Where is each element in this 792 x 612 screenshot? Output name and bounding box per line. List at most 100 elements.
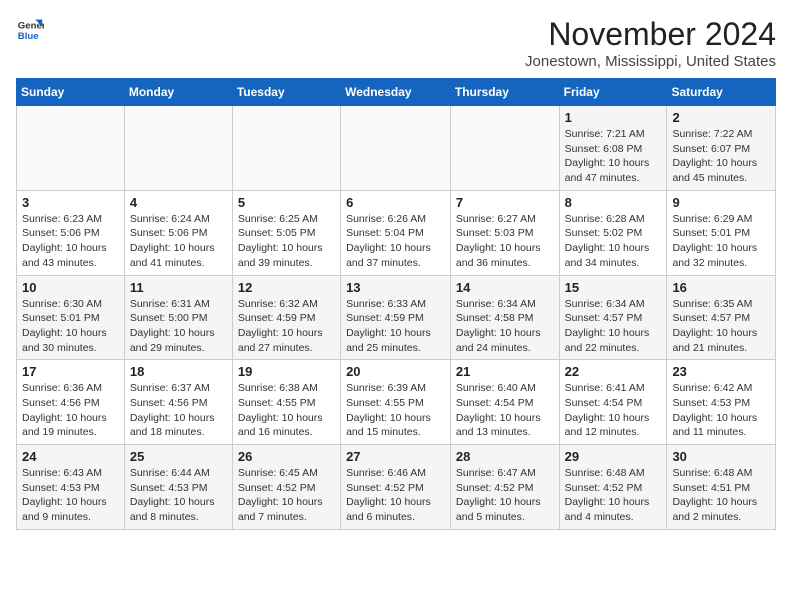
day-number: 27 bbox=[346, 449, 445, 464]
day-number: 12 bbox=[238, 280, 335, 295]
month-title: November 2024 bbox=[525, 16, 776, 53]
day-number: 11 bbox=[130, 280, 227, 295]
day-number: 9 bbox=[672, 195, 770, 210]
page-header: General Blue November 2024 Jonestown, Mi… bbox=[16, 16, 776, 70]
day-number: 3 bbox=[22, 195, 119, 210]
day-info: Sunrise: 6:34 AM Sunset: 4:57 PM Dayligh… bbox=[565, 297, 662, 356]
calendar-cell: 7Sunrise: 6:27 AM Sunset: 5:03 PM Daylig… bbox=[450, 190, 559, 275]
day-number: 21 bbox=[456, 364, 554, 379]
day-info: Sunrise: 6:48 AM Sunset: 4:52 PM Dayligh… bbox=[565, 466, 662, 525]
calendar-cell: 14Sunrise: 6:34 AM Sunset: 4:58 PM Dayli… bbox=[450, 275, 559, 360]
calendar-table: SundayMondayTuesdayWednesdayThursdayFrid… bbox=[16, 78, 776, 530]
day-info: Sunrise: 6:36 AM Sunset: 4:56 PM Dayligh… bbox=[22, 381, 119, 440]
day-info: Sunrise: 6:34 AM Sunset: 4:58 PM Dayligh… bbox=[456, 297, 554, 356]
calendar-cell: 9Sunrise: 6:29 AM Sunset: 5:01 PM Daylig… bbox=[667, 190, 776, 275]
weekday-header-thursday: Thursday bbox=[450, 79, 559, 106]
calendar-week-row: 17Sunrise: 6:36 AM Sunset: 4:56 PM Dayli… bbox=[17, 360, 776, 445]
calendar-cell: 5Sunrise: 6:25 AM Sunset: 5:05 PM Daylig… bbox=[232, 190, 340, 275]
calendar-week-row: 3 Sunrise: 6:23 AM Sunset: 5:06 PM Daylig… bbox=[17, 190, 776, 275]
day-info: Sunrise: 6:38 AM Sunset: 4:55 PM Dayligh… bbox=[238, 381, 335, 440]
calendar-cell: 16Sunrise: 6:35 AM Sunset: 4:57 PM Dayli… bbox=[667, 275, 776, 360]
day-number: 1 bbox=[565, 110, 662, 125]
weekday-header-monday: Monday bbox=[124, 79, 232, 106]
day-info: Sunrise: 6:39 AM Sunset: 4:55 PM Dayligh… bbox=[346, 381, 445, 440]
day-info: Sunrise: 6:31 AM Sunset: 5:00 PM Dayligh… bbox=[130, 297, 227, 356]
svg-text:Blue: Blue bbox=[18, 31, 39, 42]
calendar-cell: 30 Sunrise: 6:48 AM Sunset: 4:51 PM Dayli… bbox=[667, 445, 776, 530]
weekday-header-saturday: Saturday bbox=[667, 79, 776, 106]
day-info: Sunrise: 6:25 AM Sunset: 5:05 PM Dayligh… bbox=[238, 212, 335, 271]
calendar-cell: 6 Sunrise: 6:26 AM Sunset: 5:04 PM Daylig… bbox=[341, 190, 451, 275]
day-number: 22 bbox=[565, 364, 662, 379]
calendar-header: SundayMondayTuesdayWednesdayThursdayFrid… bbox=[17, 79, 776, 106]
calendar-cell: 25 Sunrise: 6:44 AM Sunset: 4:53 PM Dayli… bbox=[124, 445, 232, 530]
day-info: Sunrise: 7:21 AM Sunset: 6:08 PM Dayligh… bbox=[565, 127, 662, 186]
calendar-cell: 10 Sunrise: 6:30 AM Sunset: 5:01 PM Dayli… bbox=[17, 275, 125, 360]
day-info: Sunrise: 6:43 AM Sunset: 4:53 PM Dayligh… bbox=[22, 466, 119, 525]
calendar-cell bbox=[450, 106, 559, 191]
day-info: Sunrise: 6:23 AM Sunset: 5:06 PM Dayligh… bbox=[22, 212, 119, 271]
day-info: Sunrise: 6:40 AM Sunset: 4:54 PM Dayligh… bbox=[456, 381, 554, 440]
day-number: 15 bbox=[565, 280, 662, 295]
day-number: 10 bbox=[22, 280, 119, 295]
day-info: Sunrise: 6:26 AM Sunset: 5:04 PM Dayligh… bbox=[346, 212, 445, 271]
day-number: 29 bbox=[565, 449, 662, 464]
calendar-cell: 17Sunrise: 6:36 AM Sunset: 4:56 PM Dayli… bbox=[17, 360, 125, 445]
calendar-cell bbox=[232, 106, 340, 191]
calendar-cell: 8 Sunrise: 6:28 AM Sunset: 5:02 PM Daylig… bbox=[559, 190, 667, 275]
day-info: Sunrise: 6:47 AM Sunset: 4:52 PM Dayligh… bbox=[456, 466, 554, 525]
calendar-cell: 18Sunrise: 6:37 AM Sunset: 4:56 PM Dayli… bbox=[124, 360, 232, 445]
day-info: Sunrise: 6:33 AM Sunset: 4:59 PM Dayligh… bbox=[346, 297, 445, 356]
day-number: 16 bbox=[672, 280, 770, 295]
day-info: Sunrise: 6:45 AM Sunset: 4:52 PM Dayligh… bbox=[238, 466, 335, 525]
calendar-cell: 21 Sunrise: 6:40 AM Sunset: 4:54 PM Dayli… bbox=[450, 360, 559, 445]
logo: General Blue bbox=[16, 16, 44, 44]
day-number: 4 bbox=[130, 195, 227, 210]
day-info: Sunrise: 6:30 AM Sunset: 5:01 PM Dayligh… bbox=[22, 297, 119, 356]
calendar-cell: 2Sunrise: 7:22 AM Sunset: 6:07 PM Daylig… bbox=[667, 106, 776, 191]
day-number: 13 bbox=[346, 280, 445, 295]
day-info: Sunrise: 6:46 AM Sunset: 4:52 PM Dayligh… bbox=[346, 466, 445, 525]
calendar-cell: 20Sunrise: 6:39 AM Sunset: 4:55 PM Dayli… bbox=[341, 360, 451, 445]
location: Jonestown, Mississippi, United States bbox=[525, 53, 776, 70]
calendar-cell bbox=[124, 106, 232, 191]
calendar-cell: 4 Sunrise: 6:24 AM Sunset: 5:06 PM Daylig… bbox=[124, 190, 232, 275]
calendar-cell: 23 Sunrise: 6:42 AM Sunset: 4:53 PM Dayli… bbox=[667, 360, 776, 445]
calendar-cell: 1 Sunrise: 7:21 AM Sunset: 6:08 PM Daylig… bbox=[559, 106, 667, 191]
calendar-week-row: 24Sunrise: 6:43 AM Sunset: 4:53 PM Dayli… bbox=[17, 445, 776, 530]
weekday-header-tuesday: Tuesday bbox=[232, 79, 340, 106]
day-number: 7 bbox=[456, 195, 554, 210]
calendar-week-row: 10 Sunrise: 6:30 AM Sunset: 5:01 PM Dayli… bbox=[17, 275, 776, 360]
weekday-header-row: SundayMondayTuesdayWednesdayThursdayFrid… bbox=[17, 79, 776, 106]
day-info: Sunrise: 6:32 AM Sunset: 4:59 PM Dayligh… bbox=[238, 297, 335, 356]
calendar-cell: 27 Sunrise: 6:46 AM Sunset: 4:52 PM Dayli… bbox=[341, 445, 451, 530]
day-number: 23 bbox=[672, 364, 770, 379]
day-number: 26 bbox=[238, 449, 335, 464]
day-number: 19 bbox=[238, 364, 335, 379]
calendar-cell: 26 Sunrise: 6:45 AM Sunset: 4:52 PM Dayli… bbox=[232, 445, 340, 530]
day-number: 8 bbox=[565, 195, 662, 210]
day-info: Sunrise: 6:37 AM Sunset: 4:56 PM Dayligh… bbox=[130, 381, 227, 440]
day-info: Sunrise: 6:41 AM Sunset: 4:54 PM Dayligh… bbox=[565, 381, 662, 440]
day-number: 6 bbox=[346, 195, 445, 210]
calendar-week-row: 1 Sunrise: 7:21 AM Sunset: 6:08 PM Daylig… bbox=[17, 106, 776, 191]
day-info: Sunrise: 6:28 AM Sunset: 5:02 PM Dayligh… bbox=[565, 212, 662, 271]
weekday-header-sunday: Sunday bbox=[17, 79, 125, 106]
day-info: Sunrise: 6:24 AM Sunset: 5:06 PM Dayligh… bbox=[130, 212, 227, 271]
calendar-cell bbox=[341, 106, 451, 191]
calendar-cell: 22 Sunrise: 6:41 AM Sunset: 4:54 PM Dayli… bbox=[559, 360, 667, 445]
weekday-header-friday: Friday bbox=[559, 79, 667, 106]
calendar-cell: 24Sunrise: 6:43 AM Sunset: 4:53 PM Dayli… bbox=[17, 445, 125, 530]
logo-icon: General Blue bbox=[16, 16, 44, 44]
day-number: 28 bbox=[456, 449, 554, 464]
title-block: November 2024 Jonestown, Mississippi, Un… bbox=[525, 16, 776, 70]
day-number: 30 bbox=[672, 449, 770, 464]
day-number: 25 bbox=[130, 449, 227, 464]
day-info: Sunrise: 6:48 AM Sunset: 4:51 PM Dayligh… bbox=[672, 466, 770, 525]
calendar-cell: 3 Sunrise: 6:23 AM Sunset: 5:06 PM Daylig… bbox=[17, 190, 125, 275]
calendar-cell: 29 Sunrise: 6:48 AM Sunset: 4:52 PM Dayli… bbox=[559, 445, 667, 530]
day-info: Sunrise: 6:42 AM Sunset: 4:53 PM Dayligh… bbox=[672, 381, 770, 440]
day-info: Sunrise: 6:44 AM Sunset: 4:53 PM Dayligh… bbox=[130, 466, 227, 525]
calendar-cell: 13 Sunrise: 6:33 AM Sunset: 4:59 PM Dayli… bbox=[341, 275, 451, 360]
calendar-body: 1 Sunrise: 7:21 AM Sunset: 6:08 PM Daylig… bbox=[17, 106, 776, 530]
